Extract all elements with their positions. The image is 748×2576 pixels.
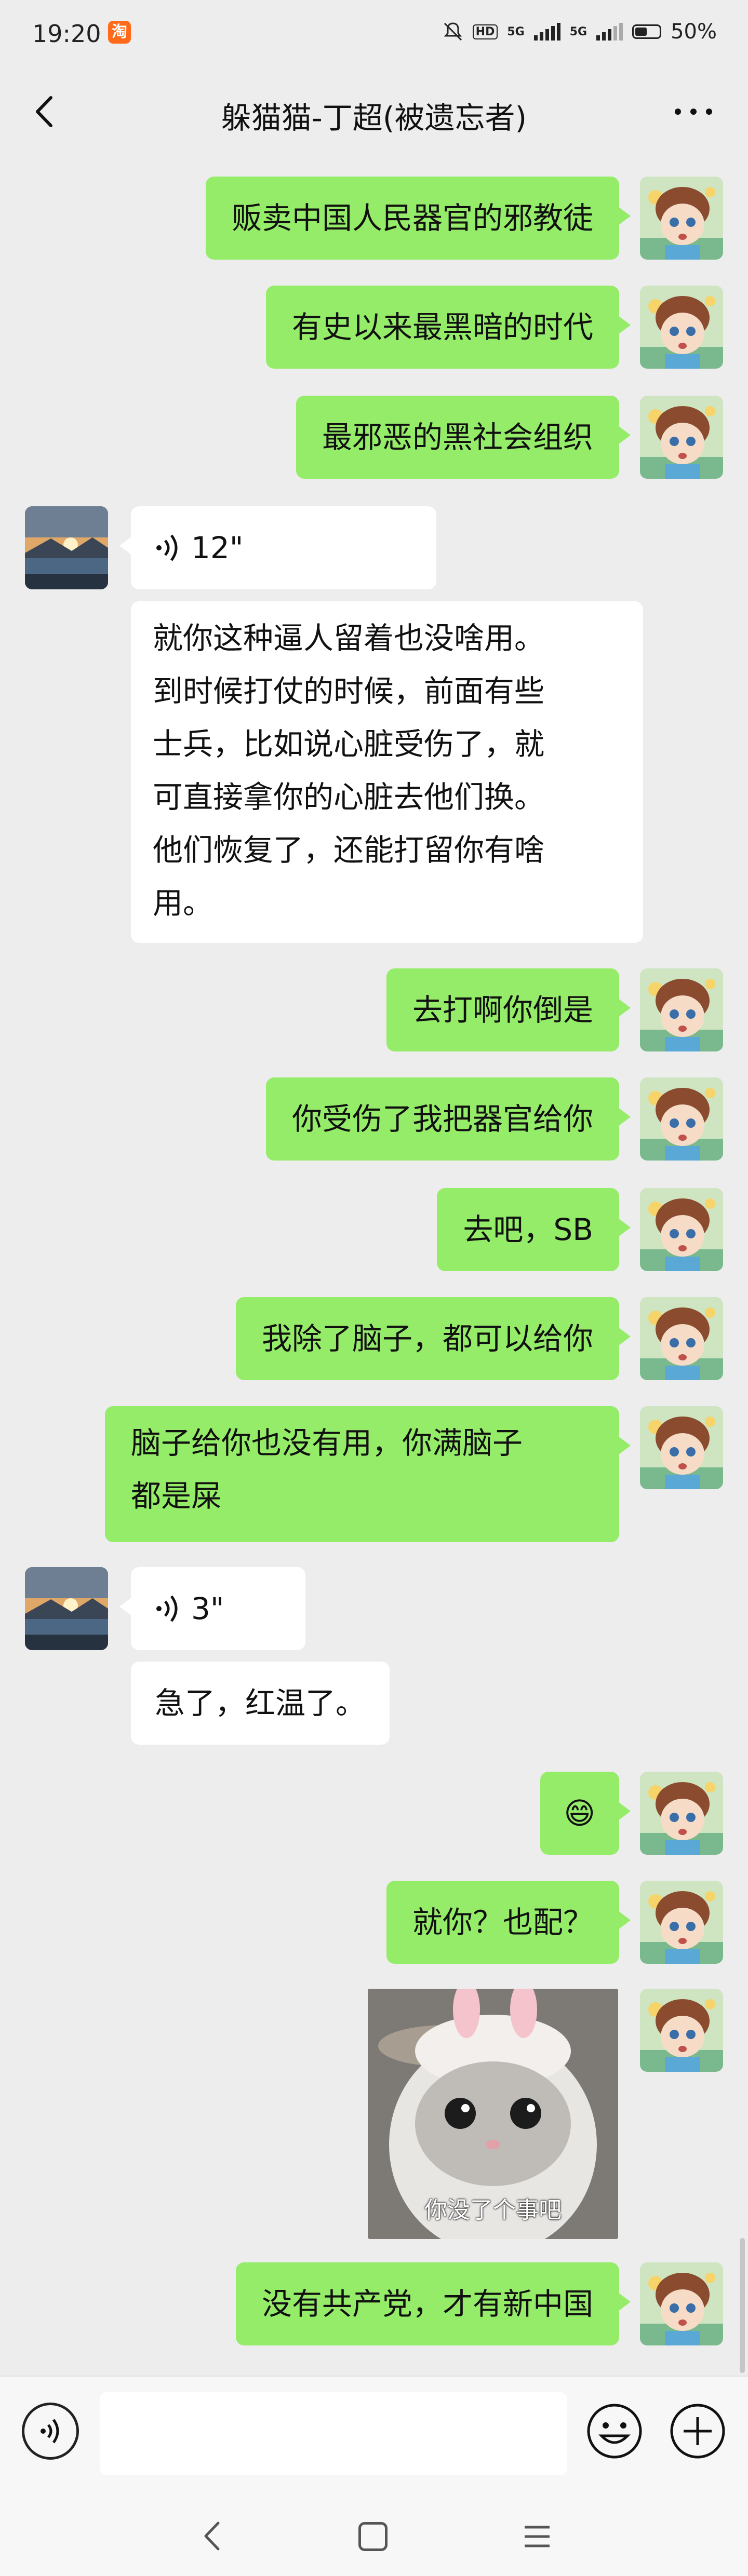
voice-message[interactable]: 12" <box>119 506 436 589</box>
message-line: 到时候打仗的时候，前面有些 <box>153 673 545 709</box>
avatar-me[interactable] <box>640 177 723 260</box>
status-bar: 19:20 淘 HD 5G 5G 50% <box>0 0 748 68</box>
avatar-me[interactable] <box>640 1077 723 1161</box>
avatar-me[interactable] <box>640 1989 723 2072</box>
input-bar <box>0 2376 748 2496</box>
message-line: 士兵，比如说心脏受伤了，就 <box>153 726 545 762</box>
nav-home-icon[interactable] <box>358 2522 388 2551</box>
message-bubble-me[interactable]: 去吧，SB <box>437 1188 631 1271</box>
avatar-me[interactable] <box>640 968 723 1051</box>
nav-menu-icon[interactable] <box>522 2521 553 2552</box>
avatar-me[interactable] <box>640 1881 723 1964</box>
signal-icon-2 <box>596 23 623 41</box>
sticker-caption: 你没了个事吧 <box>424 2197 562 2223</box>
voice-wave-icon <box>156 1595 178 1622</box>
message-bubble-me[interactable]: 有史以来最黑暗的时代 <box>265 286 631 369</box>
message-bubble-me[interactable]: 去打啊你倒是 <box>386 968 631 1051</box>
signal-icon <box>533 23 560 41</box>
chat-header: 躲猫猫-丁超(被遗忘者) <box>0 78 748 145</box>
voice-icon <box>41 2419 59 2444</box>
message-bubble-me[interactable]: 贩卖中国人民器官的邪教徒 <box>205 177 631 260</box>
message-line: 都是屎 <box>131 1478 222 1514</box>
message-bubble-me[interactable]: 脑子给你也没有用，你满脑子 都是屎 <box>105 1406 631 1542</box>
avatar-other[interactable] <box>25 1567 108 1650</box>
message-bubble-me[interactable]: 最邪恶的黑社会组织 <box>296 396 631 479</box>
plus-icon[interactable] <box>669 2403 726 2460</box>
avatar-me[interactable] <box>640 1297 723 1380</box>
message-line: 可直接拿你的心脏去他们换。 <box>153 779 545 815</box>
system-nav-bar <box>0 2495 748 2576</box>
mute-icon <box>444 22 462 41</box>
status-time: 19:20 <box>32 20 101 48</box>
battery-level: 50% <box>671 20 717 44</box>
voice-duration: 12" <box>191 530 244 565</box>
message-line: 他们恢复了，还能打留你有啥 <box>153 832 545 868</box>
taobao-notification-icon: 淘 <box>108 21 131 44</box>
avatar-me[interactable] <box>640 1188 723 1271</box>
status-indicators: HD 5G 5G 50% <box>443 20 717 44</box>
more-options-icon[interactable] <box>670 99 717 125</box>
message-line: 用。 <box>153 885 213 921</box>
voice-input-toggle[interactable] <box>22 2403 79 2460</box>
message-bubble-other[interactable]: 就你这种逼人留着也没啥用。 到时候打仗的时候，前面有些 士兵，比如说心脏受伤了，… <box>131 601 643 943</box>
avatar-me[interactable] <box>640 2262 723 2345</box>
net-5g-1: 5G <box>507 25 525 38</box>
message-bubble-me[interactable]: 我除了脑子，都可以给你 <box>235 1297 631 1380</box>
message-bubble-me[interactable]: 就你？也配？ <box>386 1881 631 1964</box>
avatar-me[interactable] <box>640 396 723 479</box>
avatar-me[interactable] <box>640 1772 723 1855</box>
emoji-message[interactable]: 😄 <box>540 1772 631 1855</box>
avatar-me[interactable] <box>640 286 723 369</box>
voice-duration: 3" <box>191 1591 224 1626</box>
battery-icon <box>632 24 662 39</box>
message-bubble-other[interactable]: 急了，红温了。 <box>131 1662 390 1745</box>
avatar-other[interactable] <box>25 506 108 589</box>
message-bubble-me[interactable]: 没有共产党，才有新中国 <box>235 2262 631 2345</box>
avatar-me[interactable] <box>640 1406 723 1489</box>
message-bubble-me[interactable]: 你受伤了我把器官给你 <box>265 1077 631 1161</box>
hd-badge: HD <box>472 24 498 39</box>
voice-wave-icon <box>156 534 178 561</box>
cat-sticker[interactable]: 你没了个事吧 <box>368 1989 618 2239</box>
message-line: 就你这种逼人留着也没啥用。 <box>153 621 545 656</box>
voice-message[interactable]: 3" <box>119 1567 305 1650</box>
net-5g-2: 5G <box>569 25 587 38</box>
message-line: 脑子给你也没有用，你满脑子 <box>131 1425 523 1461</box>
nav-back-icon[interactable] <box>197 2518 229 2554</box>
emoji-icon[interactable] <box>586 2403 643 2460</box>
chat-title: 躲猫猫-丁超(被遗忘者) <box>221 100 527 136</box>
message-input[interactable] <box>100 2392 567 2475</box>
scrollbar[interactable] <box>740 2238 745 2373</box>
